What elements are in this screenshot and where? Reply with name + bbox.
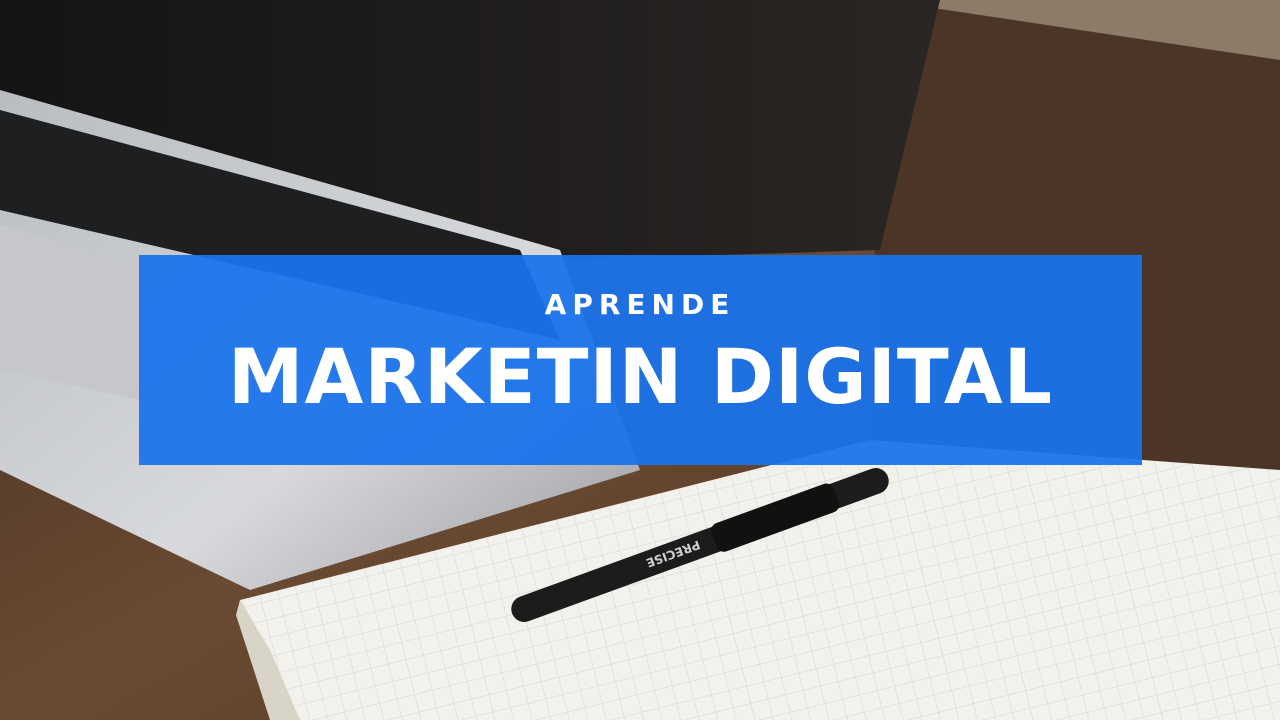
banner-headline: MARKETIN DIGITAL: [227, 332, 1054, 421]
hero-image: PRECISE APRENDE MARKETIN DIGITAL: [0, 0, 1280, 720]
banner-kicker: APRENDE: [544, 288, 736, 321]
